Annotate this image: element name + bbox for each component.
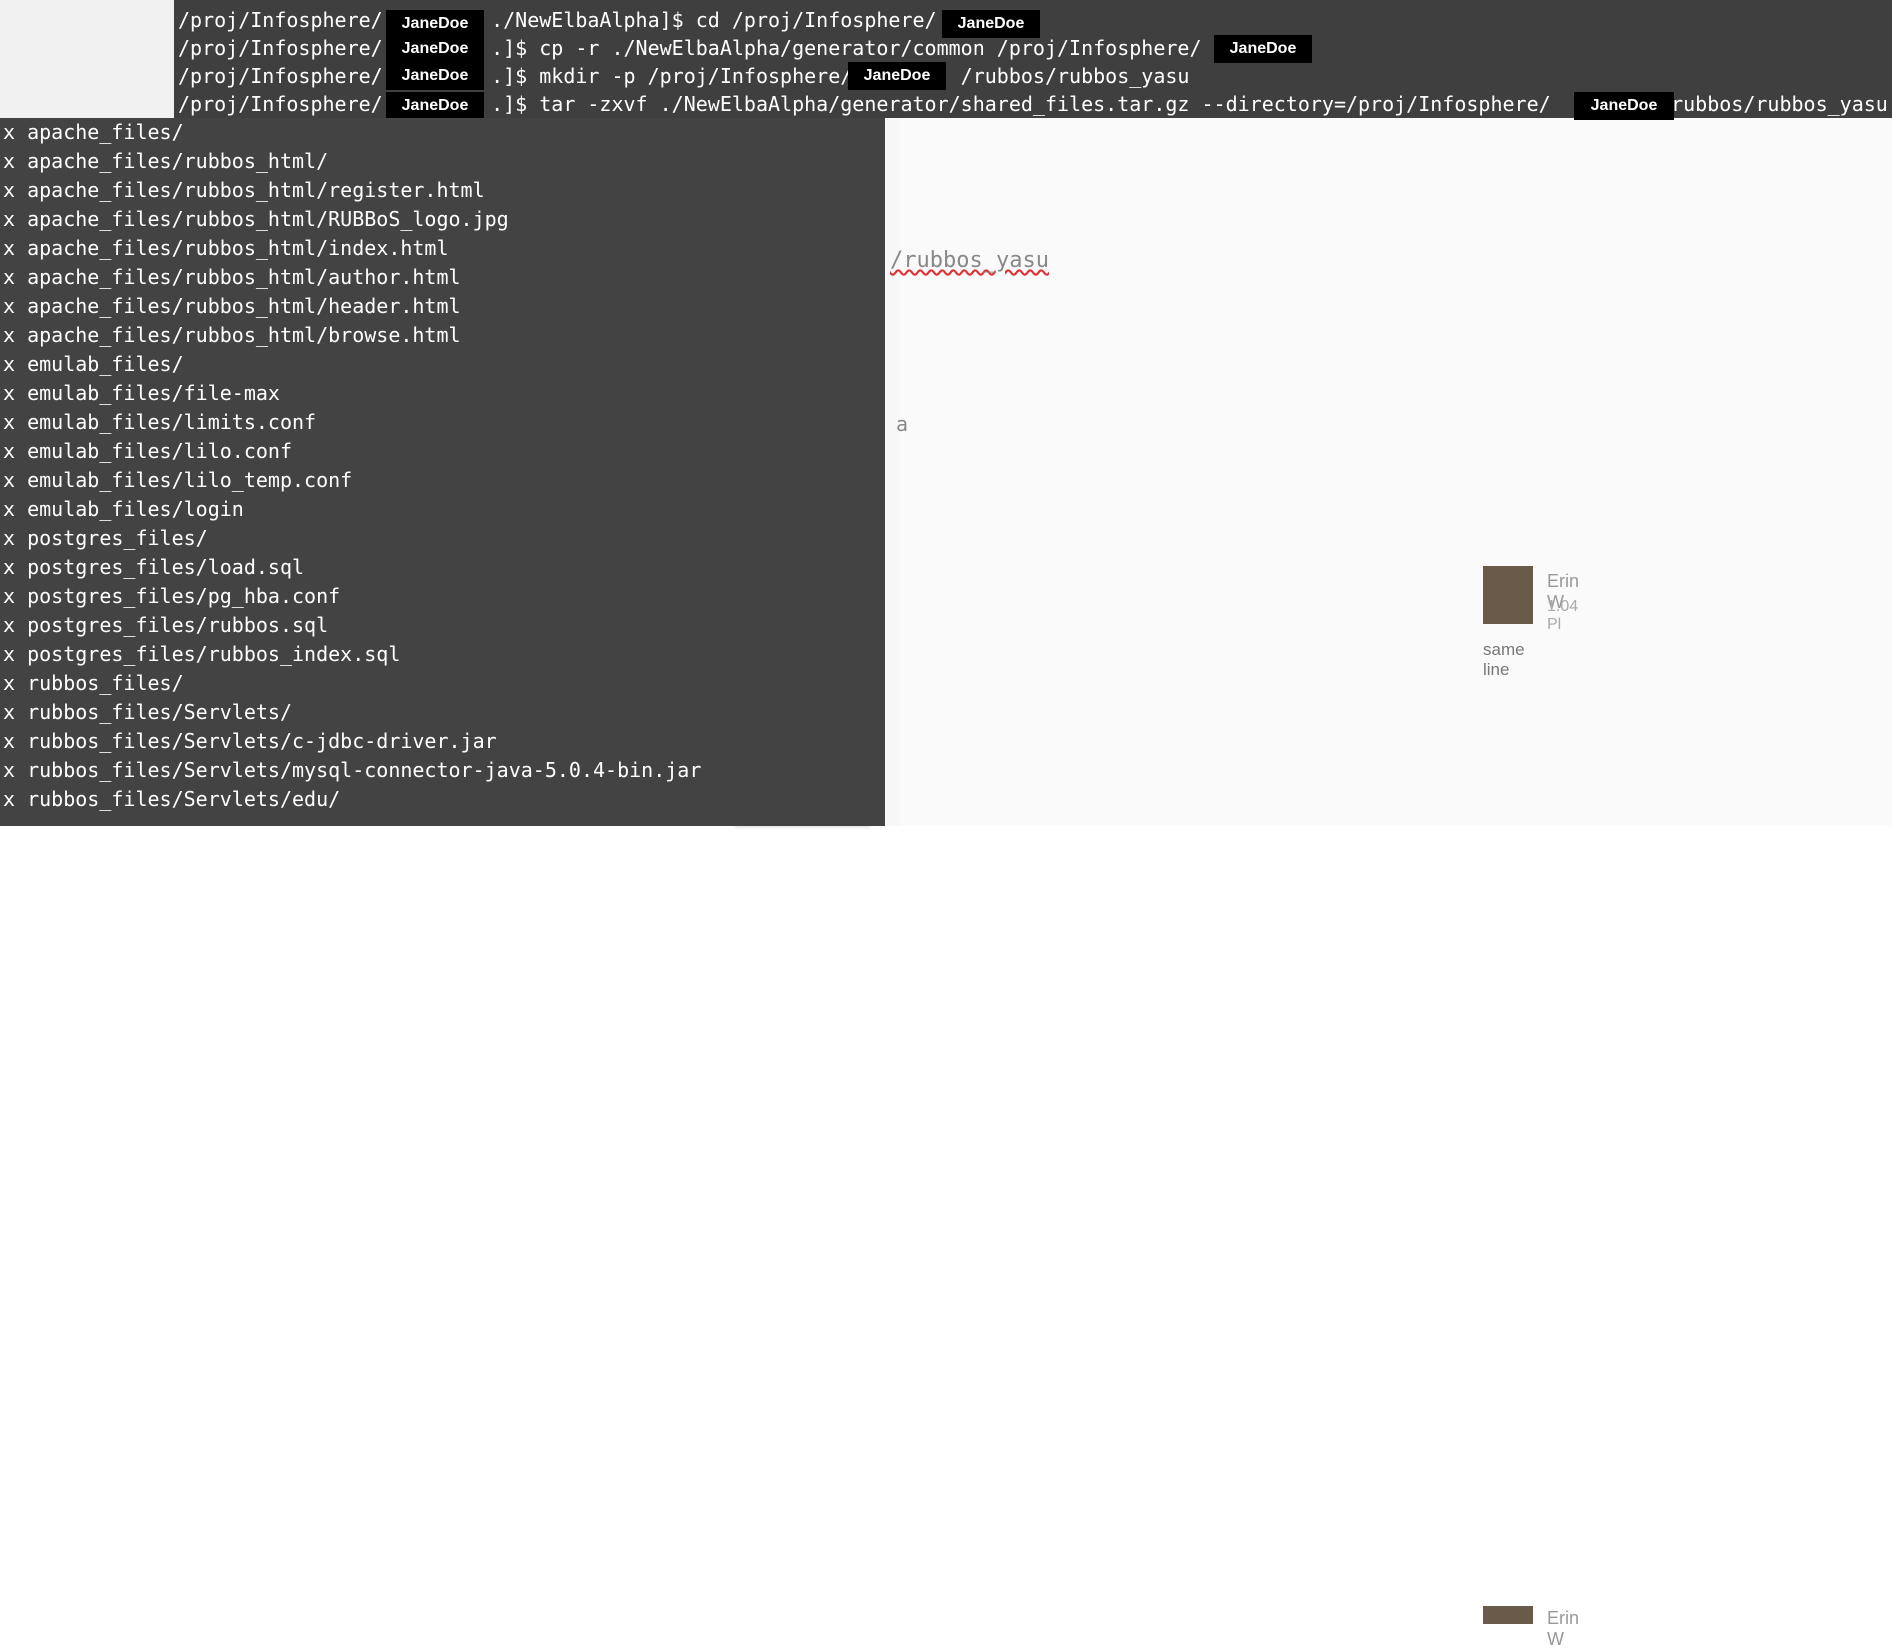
list-item: x emulab_files/login [3,497,244,521]
list-item: x apache_files/rubbos_html/RUBBoS_logo.j… [3,207,509,231]
redacted-username: JaneDoe [848,62,946,90]
comment-time: 1:04 Pl [1547,598,1579,633]
redacted-username: JaneDoe [1214,35,1312,63]
list-item: x postgres_files/pg_hba.conf [3,584,341,608]
list-item: x apache_files/rubbos_html/header.html [3,294,461,318]
terminal-line: /proj/Infosphere/ ./NewElbaAlpha]$ cd /p… [178,8,937,32]
list-item: x apache_files/rubbos_html/ [3,149,329,173]
list-item: x rubbos_files/ [3,671,184,695]
terminal-line: /proj/Infosphere/ .]$ mkdir -p /proj/Inf… [178,64,1190,88]
background-text-fragment: a [896,412,909,436]
background-editor-area [900,40,1892,826]
terminal-line: /proj/Infosphere/ .]$ cp -r ./NewElbaAlp… [178,36,1202,60]
list-item: x rubbos_files/Servlets/edu/ [3,787,341,811]
comment-text: same line [1483,640,1525,679]
redacted-username: JaneDoe [386,10,484,38]
list-item: x emulab_files/lilo.conf [3,439,292,463]
list-item: x emulab_files/limits.conf [3,410,317,434]
comment-avatar [1483,1606,1533,1624]
list-item: x apache_files/ [3,120,184,144]
list-item: x postgres_files/rubbos_index.sql [3,642,401,666]
list-item: x emulab_files/lilo_temp.conf [3,468,353,492]
list-item: x rubbos_files/Servlets/mysql-connector-… [3,758,702,782]
redacted-username: JaneDoe [1574,92,1674,120]
list-item: x postgres_files/ [3,526,208,550]
background-path-text: /rubbos_yasu [890,248,1049,273]
comment-author: Erin W [1547,1608,1580,1649]
list-item: x apache_files/rubbos_html/browse.html [3,323,461,347]
redacted-username: JaneDoe [386,62,484,90]
list-item: x rubbos_files/Servlets/c-jdbc-driver.ja… [3,729,497,753]
terminal-output-window[interactable]: x apache_files/x apache_files/rubbos_htm… [0,118,885,826]
list-item: x apache_files/rubbos_html/register.html [3,178,485,202]
redacted-username: JaneDoe [386,92,484,120]
list-item: x apache_files/rubbos_html/index.html [3,236,449,260]
redacted-username: JaneDoe [942,10,1040,38]
list-item: x apache_files/rubbos_html/author.html [3,265,461,289]
comment-avatar [1483,566,1533,624]
redacted-username: JaneDoe [386,35,484,63]
list-item: x emulab_files/file-max [3,381,280,405]
list-item: x rubbos_files/Servlets/ [3,700,292,724]
list-item: x postgres_files/rubbos.sql [3,613,329,637]
list-item: x postgres_files/load.sql [3,555,305,579]
list-item: x emulab_files/ [3,352,184,376]
